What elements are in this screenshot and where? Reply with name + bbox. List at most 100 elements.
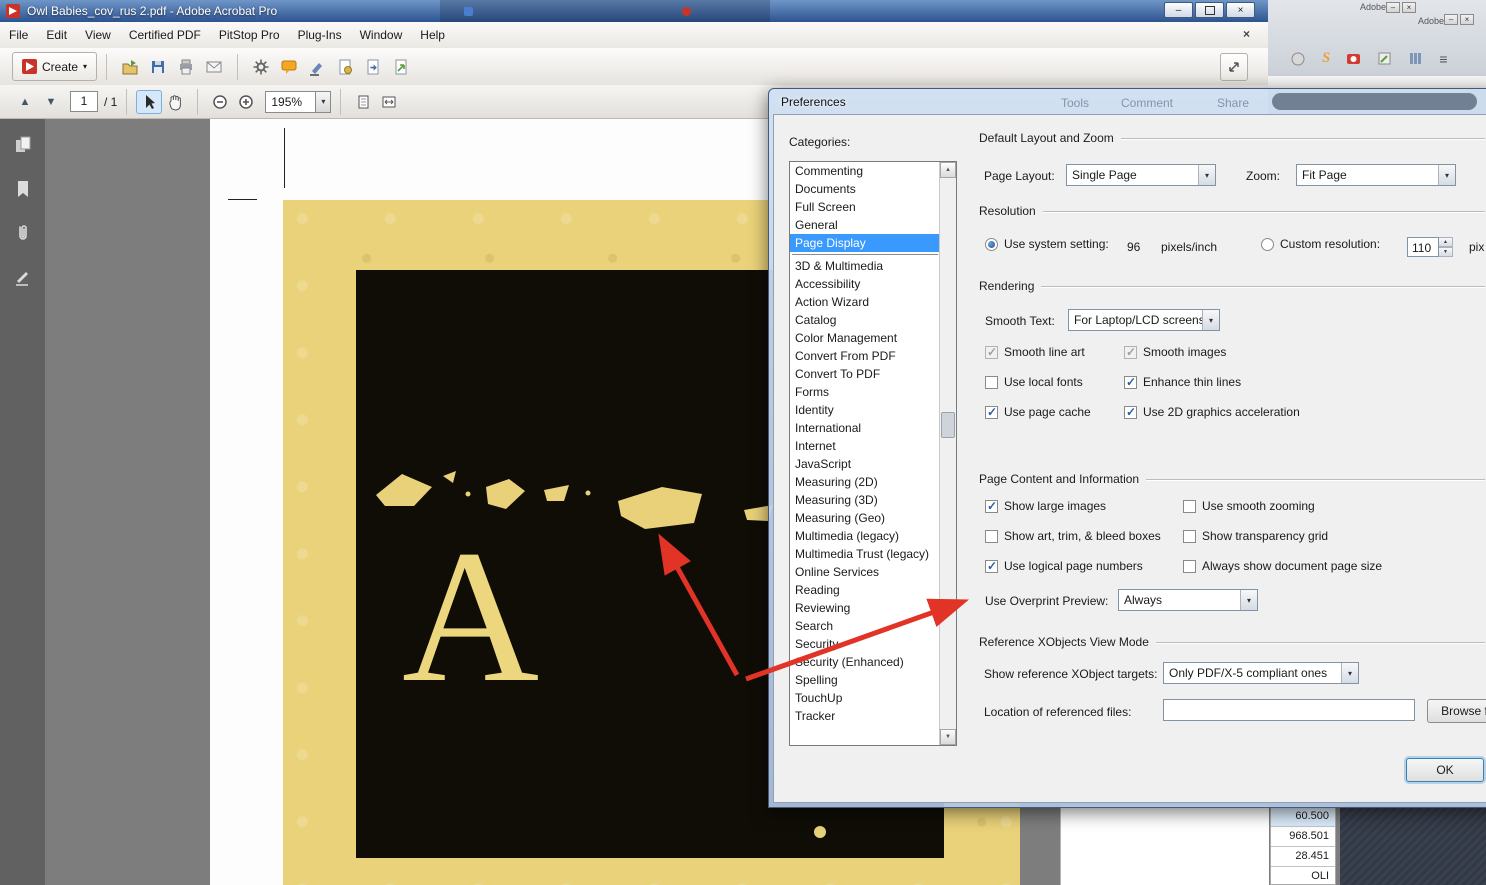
checkbox-use-logical-page-numbers[interactable]: Use logical page numbers: [985, 559, 1143, 573]
select-tool-icon[interactable]: [136, 89, 163, 114]
checkbox-use-smooth-zooming[interactable]: Use smooth zooming: [1183, 499, 1315, 513]
attachments-icon[interactable]: [8, 218, 37, 247]
category-item[interactable]: Spelling: [790, 671, 940, 689]
maximize-button[interactable]: [1195, 2, 1224, 18]
hand-tool-icon[interactable]: [162, 90, 188, 114]
checkbox-show-art-trim-bleed[interactable]: Show art, trim, & bleed boxes: [985, 529, 1161, 543]
custom-resolution-stepper[interactable]: 110 ▲ ▼: [1407, 237, 1453, 257]
category-item[interactable]: Commenting: [790, 162, 940, 180]
print-icon[interactable]: [172, 53, 200, 81]
checkbox-2d-graphics-acceleration[interactable]: Use 2D graphics acceleration: [1124, 405, 1300, 419]
smooth-text-dropdown[interactable]: For Laptop/LCD screens ▾: [1068, 309, 1220, 331]
checkbox-icon[interactable]: [1124, 345, 1137, 359]
category-item[interactable]: Reading: [790, 581, 940, 599]
menu-pitstop-pro[interactable]: PitStop Pro: [210, 22, 289, 48]
minimize-icon[interactable]: –: [1386, 2, 1400, 13]
category-item[interactable]: Security (Enhanced): [790, 653, 940, 671]
category-item[interactable]: Multimedia (legacy): [790, 527, 940, 545]
camera-icon[interactable]: [1346, 51, 1361, 66]
radio-icon[interactable]: [985, 237, 998, 251]
scroll-up-icon[interactable]: ▲: [940, 162, 956, 178]
email-icon[interactable]: [200, 53, 228, 81]
signatures-icon[interactable]: [8, 262, 37, 291]
menu-certified-pdf[interactable]: Certified PDF: [120, 22, 210, 48]
next-page-icon[interactable]: ▼: [38, 90, 64, 114]
category-item[interactable]: Convert From PDF: [790, 347, 940, 365]
save-icon[interactable]: [144, 53, 172, 81]
use-system-setting-radio[interactable]: Use system setting:: [985, 237, 1109, 251]
category-item[interactable]: TouchUp: [790, 689, 940, 707]
category-item[interactable]: Multimedia Trust (legacy): [790, 545, 940, 563]
categories-scrollbar[interactable]: ▲ ▼: [939, 162, 956, 745]
chevron-down-icon[interactable]: ▾: [1198, 165, 1215, 185]
category-item[interactable]: Measuring (2D): [790, 473, 940, 491]
category-item[interactable]: JavaScript: [790, 455, 940, 473]
checkbox-smooth-images[interactable]: Smooth images: [1124, 345, 1226, 359]
category-item[interactable]: Measuring (3D): [790, 491, 940, 509]
checkbox-always-show-page-size[interactable]: Always show document page size: [1183, 559, 1382, 573]
category-item[interactable]: Reviewing: [790, 599, 940, 617]
page-thumbnails-icon[interactable]: [8, 130, 37, 159]
menu-plug-ins[interactable]: Plug-Ins: [289, 22, 351, 48]
zoom-in-icon[interactable]: [233, 90, 259, 114]
category-item[interactable]: Tracker: [790, 707, 940, 725]
signature-s-icon[interactable]: S: [1322, 50, 1330, 67]
checkbox-icon[interactable]: [985, 529, 998, 543]
checkbox-enhance-thin-lines[interactable]: Enhance thin lines: [1124, 375, 1241, 389]
sign-pen-icon[interactable]: [303, 53, 331, 81]
checkbox-icon[interactable]: [985, 499, 998, 513]
chevron-down-icon[interactable]: ▾: [1341, 663, 1358, 683]
comment-bubble-icon[interactable]: [275, 53, 303, 81]
checkbox-show-transparency-grid[interactable]: Show transparency grid: [1183, 529, 1328, 543]
radio-icon[interactable]: [1261, 237, 1274, 251]
edit-icon[interactable]: [1377, 51, 1392, 66]
step-up-icon[interactable]: ▲: [1439, 237, 1453, 247]
checkbox-icon[interactable]: [1124, 375, 1137, 389]
menu-window[interactable]: Window: [351, 22, 412, 48]
open-file-icon[interactable]: [116, 53, 144, 81]
category-item[interactable]: Documents: [790, 180, 940, 198]
menu-close-icon[interactable]: ×: [1243, 27, 1250, 41]
category-item[interactable]: Accessibility: [790, 275, 940, 293]
custom-resolution-value[interactable]: 110: [1407, 237, 1439, 257]
category-item[interactable]: Online Services: [790, 563, 940, 581]
sphere-icon[interactable]: [1290, 51, 1306, 67]
checkbox-icon[interactable]: [1183, 529, 1196, 543]
checkbox-icon[interactable]: [985, 345, 998, 359]
checkbox-icon[interactable]: [985, 375, 998, 389]
checkbox-use-page-cache[interactable]: Use page cache: [985, 405, 1091, 419]
xobject-targets-dropdown[interactable]: Only PDF/X-5 compliant ones ▾: [1163, 662, 1359, 684]
close-button[interactable]: ×: [1226, 2, 1255, 18]
checkbox-icon[interactable]: [1183, 559, 1196, 573]
bookmarks-icon[interactable]: [8, 174, 37, 203]
checkbox-icon[interactable]: [1124, 405, 1137, 419]
menu-view[interactable]: View: [76, 22, 120, 48]
zoom-dropdown[interactable]: Fit Page ▾: [1296, 164, 1456, 186]
stepper-buttons[interactable]: ▲ ▼: [1439, 237, 1453, 257]
single-page-view-icon[interactable]: [350, 90, 376, 114]
category-item[interactable]: 3D & Multimedia: [790, 257, 940, 275]
category-item[interactable]: Search: [790, 617, 940, 635]
category-item[interactable]: Forms: [790, 383, 940, 401]
referenced-files-input[interactable]: [1163, 699, 1415, 721]
previous-page-icon[interactable]: ▲: [12, 90, 38, 114]
checkbox-icon[interactable]: [985, 405, 998, 419]
checkbox-icon[interactable]: [1183, 499, 1196, 513]
category-item[interactable]: Color Management: [790, 329, 940, 347]
custom-resolution-radio[interactable]: Custom resolution:: [1261, 237, 1380, 251]
checkbox-use-local-fonts[interactable]: Use local fonts: [985, 375, 1083, 389]
settings-gear-icon[interactable]: [247, 53, 275, 81]
expand-toolbar-icon[interactable]: [1220, 53, 1248, 81]
category-item[interactable]: Internet: [790, 437, 940, 455]
browse-button[interactable]: Browse f: [1427, 699, 1486, 723]
category-item[interactable]: Page Display: [790, 234, 940, 252]
minimize-icon[interactable]: –: [1444, 14, 1458, 25]
scroll-down-icon[interactable]: ▼: [940, 729, 956, 745]
dialog-title-bar[interactable]: Preferences Tools Comment Share: [769, 89, 1486, 114]
zoom-level-dropdown[interactable]: 195% ▾: [265, 90, 332, 113]
menu-file[interactable]: File: [0, 22, 37, 48]
chevron-down-icon[interactable]: ▾: [1202, 310, 1219, 330]
category-item[interactable]: Full Screen: [790, 198, 940, 216]
category-item[interactable]: Action Wizard: [790, 293, 940, 311]
certify-doc-icon[interactable]: [331, 53, 359, 81]
